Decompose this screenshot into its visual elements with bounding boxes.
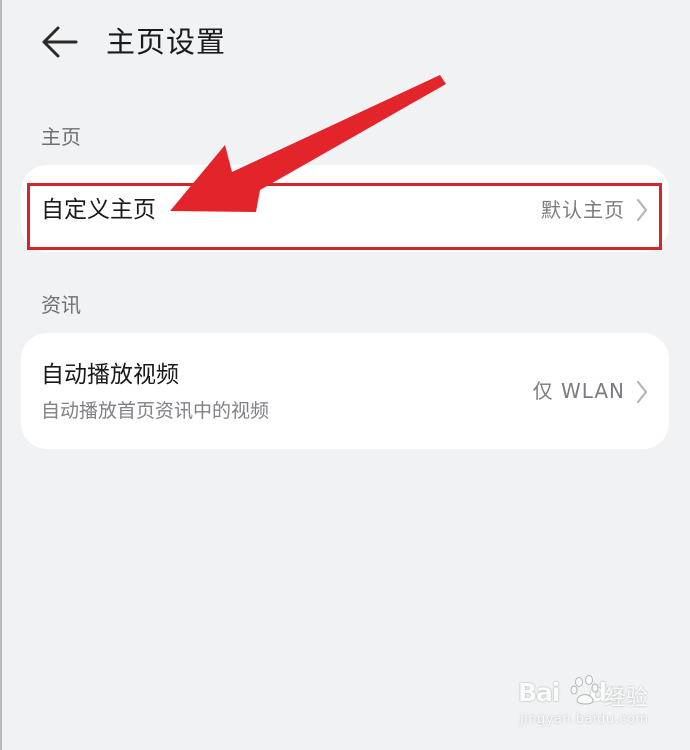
back-button[interactable] (36, 20, 84, 64)
watermark-url: jingyan.baidu.com (520, 712, 649, 727)
custom-homepage-row[interactable]: 自定义主页 默认主页 (21, 165, 669, 252)
chevron-right-icon (636, 198, 648, 222)
app-header: 主页设置 (0, 0, 690, 86)
settings-card-news: 自动播放视频 自动播放首页资讯中的视频 仅 WLAN (21, 333, 669, 449)
row-title: 自定义主页 (41, 197, 156, 223)
left-edge-divider (0, 0, 2, 750)
baidu-jingyan-watermark: Bai du 经验 jingyan.baidu.com (518, 674, 658, 736)
arrow-left-icon (42, 26, 78, 58)
row-subtitle: 自动播放首页资讯中的视频 (41, 400, 270, 422)
autoplay-video-row[interactable]: 自动播放视频 自动播放首页资讯中的视频 仅 WLAN (21, 333, 669, 449)
row-value: 仅 WLAN (532, 379, 625, 403)
row-title: 自动播放视频 (41, 362, 179, 388)
section-label-home: 主页 (41, 125, 81, 149)
chevron-right-icon (636, 380, 648, 404)
paw-icon (570, 675, 599, 705)
page-title: 主页设置 (106, 25, 227, 59)
settings-card-home: 自定义主页 默认主页 (21, 165, 669, 252)
row-value: 默认主页 (541, 198, 625, 222)
watermark-cn-text: 经验 (604, 686, 649, 711)
section-label-news: 资讯 (41, 293, 81, 317)
